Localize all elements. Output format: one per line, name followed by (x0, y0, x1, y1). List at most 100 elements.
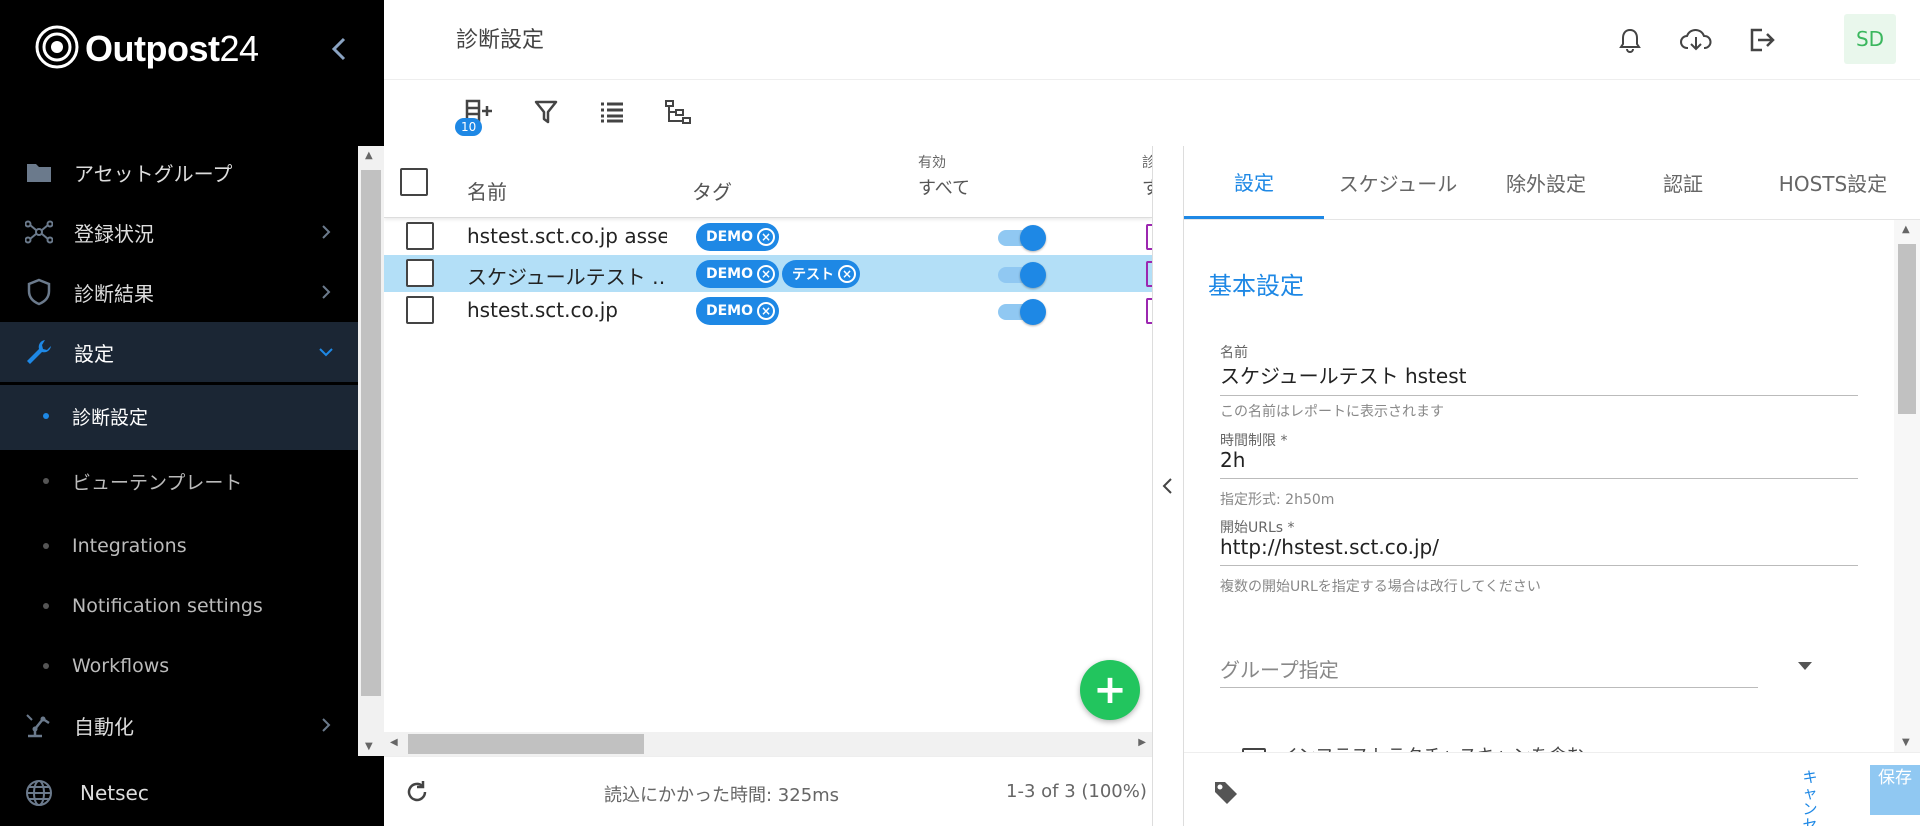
enabled-toggle[interactable] (998, 261, 1048, 288)
tab-hosts-settings[interactable]: HOSTS設定 (1746, 146, 1920, 219)
sidebar-subitem-notification-settings[interactable]: Notification settings (0, 581, 358, 631)
name-field-value[interactable]: スケジュールテスト hstest (1220, 360, 1858, 396)
remove-tag-icon[interactable]: × (838, 265, 856, 283)
tab-schedule[interactable]: スケジュール (1324, 146, 1472, 219)
chevron-right-icon (322, 285, 331, 299)
scrollbar-thumb[interactable] (361, 170, 381, 696)
panel-action-bar: キャンセル 保存 (1184, 752, 1920, 826)
table-row[interactable]: hstest.sct.co.jp asset… DEMO× (384, 218, 1152, 255)
refresh-icon (407, 781, 427, 802)
save-button[interactable]: 保存 (1870, 765, 1920, 815)
scroll-up-icon[interactable]: ▲ (1902, 224, 1910, 235)
scrollbar-thumb[interactable] (408, 734, 644, 754)
enabled-toggle[interactable] (998, 298, 1048, 325)
panel-scrollbar[interactable]: ▲ ▼ (1894, 220, 1920, 752)
tab-authentication[interactable]: 認証 (1620, 146, 1746, 219)
table-horizontal-scrollbar[interactable]: ◀ ▶ (384, 732, 1152, 756)
column-header-enabled[interactable]: 有効 (918, 152, 946, 172)
chevron-right-icon (322, 718, 331, 732)
logo[interactable]: Outpost24 (35, 25, 259, 73)
scroll-down-icon[interactable]: ▼ (1902, 737, 1910, 748)
sidebar-subitem-integrations[interactable]: Integrations (0, 521, 358, 571)
detail-panel: 設定 スケジュール 除外設定 認証 HOSTS設定 基本設定 名前 スケジュール… (1184, 146, 1920, 826)
remove-tag-icon[interactable]: × (757, 228, 776, 246)
scroll-left-icon[interactable]: ◀ (390, 737, 398, 748)
tag-button[interactable] (1212, 779, 1240, 807)
panel-splitter[interactable] (1152, 146, 1184, 826)
table-footer: 読込にかかった時間: 325ms 1-3 of 3 (100%) (384, 756, 1152, 826)
time-limit-field-value[interactable]: 2h (1220, 448, 1858, 479)
sidebar-item-settings[interactable]: 設定 (0, 322, 358, 382)
column-add-button[interactable]: 10 (455, 96, 494, 136)
logo-brand: Outpost (85, 28, 220, 69)
download-button[interactable] (1680, 24, 1712, 56)
avatar[interactable]: SD (1844, 14, 1896, 64)
sidebar-scrollbar[interactable]: ▲ ▼ (358, 146, 384, 756)
scrollbar-thumb[interactable] (1898, 244, 1916, 414)
tag-label: DEMO (706, 266, 754, 282)
refresh-button[interactable] (404, 779, 432, 807)
sidebar-item-asset-groups[interactable]: アセットグループ (0, 142, 358, 202)
next-filter[interactable]: す (1142, 174, 1152, 200)
sidebar-item-registration[interactable]: 登録状況 (0, 202, 358, 262)
tab-exclusions[interactable]: 除外設定 (1472, 146, 1620, 219)
sidebar-subitem-workflows[interactable]: Workflows (0, 641, 358, 691)
start-urls-field-hint: 複数の開始URLを指定する場合は改行してください (1220, 579, 1541, 595)
scroll-up-icon[interactable]: ▲ (365, 150, 373, 161)
table-header: 名前 タグ 有効 すべて 診 す (384, 146, 1152, 218)
bullet-icon (43, 603, 49, 609)
select-all-checkbox[interactable] (400, 168, 428, 196)
caret-down-icon[interactable] (1798, 662, 1812, 670)
row-checkbox[interactable] (406, 259, 434, 287)
bullet-icon (43, 663, 49, 669)
time-limit-field-label: 時間制限 * (1220, 433, 1288, 449)
enabled-toggle[interactable] (998, 224, 1048, 251)
tree-view-button[interactable] (662, 96, 694, 128)
sidebar-subitem-view-templates[interactable]: ビューテンプレート (0, 456, 358, 506)
remove-tag-icon[interactable]: × (757, 265, 776, 283)
bullet-icon (43, 478, 49, 484)
cancel-button[interactable]: キャンセル (1798, 769, 1822, 826)
start-urls-field-value[interactable]: http://hstest.sct.co.jp/ (1220, 535, 1858, 566)
sidebar-item-automation[interactable]: 自動化 (0, 695, 358, 755)
robot-arm-icon (24, 710, 54, 740)
table-row[interactable]: スケジュールテスト … DEMO × テスト × (384, 255, 1152, 292)
list-view-button[interactable] (596, 96, 628, 128)
scroll-right-icon[interactable]: ▶ (1138, 737, 1146, 748)
start-urls-field-label: 開始URLs * (1220, 520, 1295, 536)
bullet-icon (43, 543, 49, 549)
notifications-button[interactable] (1614, 24, 1646, 56)
column-header-next[interactable]: 診 (1142, 152, 1152, 172)
enabled-filter[interactable]: すべて (918, 174, 970, 200)
filter-button[interactable] (530, 96, 562, 128)
sidebar-subitem-label: Integrations (72, 535, 187, 557)
logout-button[interactable] (1746, 24, 1778, 56)
globe-icon (24, 778, 54, 808)
plus-icon: + (1093, 667, 1127, 713)
chevron-left-icon[interactable] (1161, 476, 1175, 496)
top-bar: 診断設定 SD (384, 0, 1920, 80)
scroll-down-icon[interactable]: ▼ (365, 741, 373, 752)
group-select[interactable]: グループ指定 (1220, 654, 1758, 688)
column-header-tag[interactable]: タグ (692, 176, 732, 205)
remove-tag-icon[interactable]: × (757, 302, 776, 320)
time-limit-field[interactable]: 時間制限 * 2h (1220, 430, 1858, 479)
row-checkbox[interactable] (406, 222, 434, 250)
tab-settings[interactable]: 設定 (1184, 146, 1324, 219)
name-field[interactable]: 名前 スケジュールテスト hstest (1220, 342, 1858, 396)
sidebar-subitem-scan-settings[interactable]: 診断設定 (0, 391, 358, 441)
add-scan-button[interactable]: + (1080, 660, 1140, 720)
sidebar-item-label: Netsec (80, 781, 149, 805)
logo-number: 24 (219, 28, 259, 69)
table-row[interactable]: hstest.sct.co.jp DEMO × (384, 292, 1152, 329)
column-header-name[interactable]: 名前 (467, 176, 507, 205)
sidebar-subitem-label: 診断設定 (72, 406, 149, 429)
start-urls-field[interactable]: 開始URLs * http://hstest.sct.co.jp/ (1220, 517, 1858, 566)
toggle-knob (1020, 299, 1046, 325)
sidebar-collapse-button[interactable] (322, 32, 356, 66)
scan-settings-table: 名前 タグ 有効 すべて 診 す hstest.sct.co.jp asset…… (384, 146, 1152, 756)
shield-icon (24, 277, 54, 307)
row-checkbox[interactable] (406, 296, 434, 324)
sidebar-item-netsec[interactable]: Netsec (0, 763, 358, 823)
sidebar-item-scan-results[interactable]: 診断結果 (0, 262, 358, 322)
